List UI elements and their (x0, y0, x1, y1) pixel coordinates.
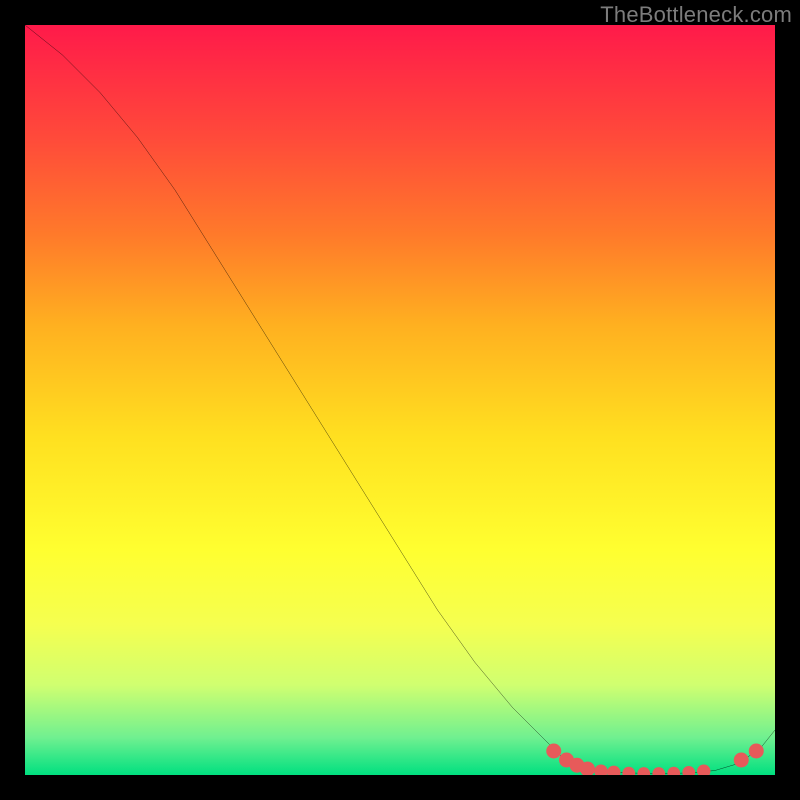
chart-stage: TheBottleneck.com (0, 0, 800, 800)
chart-svg (25, 25, 775, 775)
curve-marker (570, 758, 585, 773)
curve-marker (749, 744, 764, 759)
attribution-text: TheBottleneck.com (600, 2, 792, 28)
curve-marker (622, 767, 635, 775)
curve-marker (697, 765, 711, 776)
curve-marker (580, 762, 595, 776)
curve-marker (667, 767, 680, 775)
curve-marker (594, 765, 608, 776)
curve-marker (682, 766, 695, 775)
curve-marker (652, 767, 665, 775)
curve-marker (546, 744, 561, 759)
chart-plot-area (25, 25, 775, 775)
curve-marker (607, 766, 621, 775)
curve-marker (734, 753, 749, 768)
curve-markers (546, 744, 764, 776)
curve-line (25, 25, 775, 774)
curve-marker (637, 767, 650, 775)
curve-marker (559, 753, 574, 768)
